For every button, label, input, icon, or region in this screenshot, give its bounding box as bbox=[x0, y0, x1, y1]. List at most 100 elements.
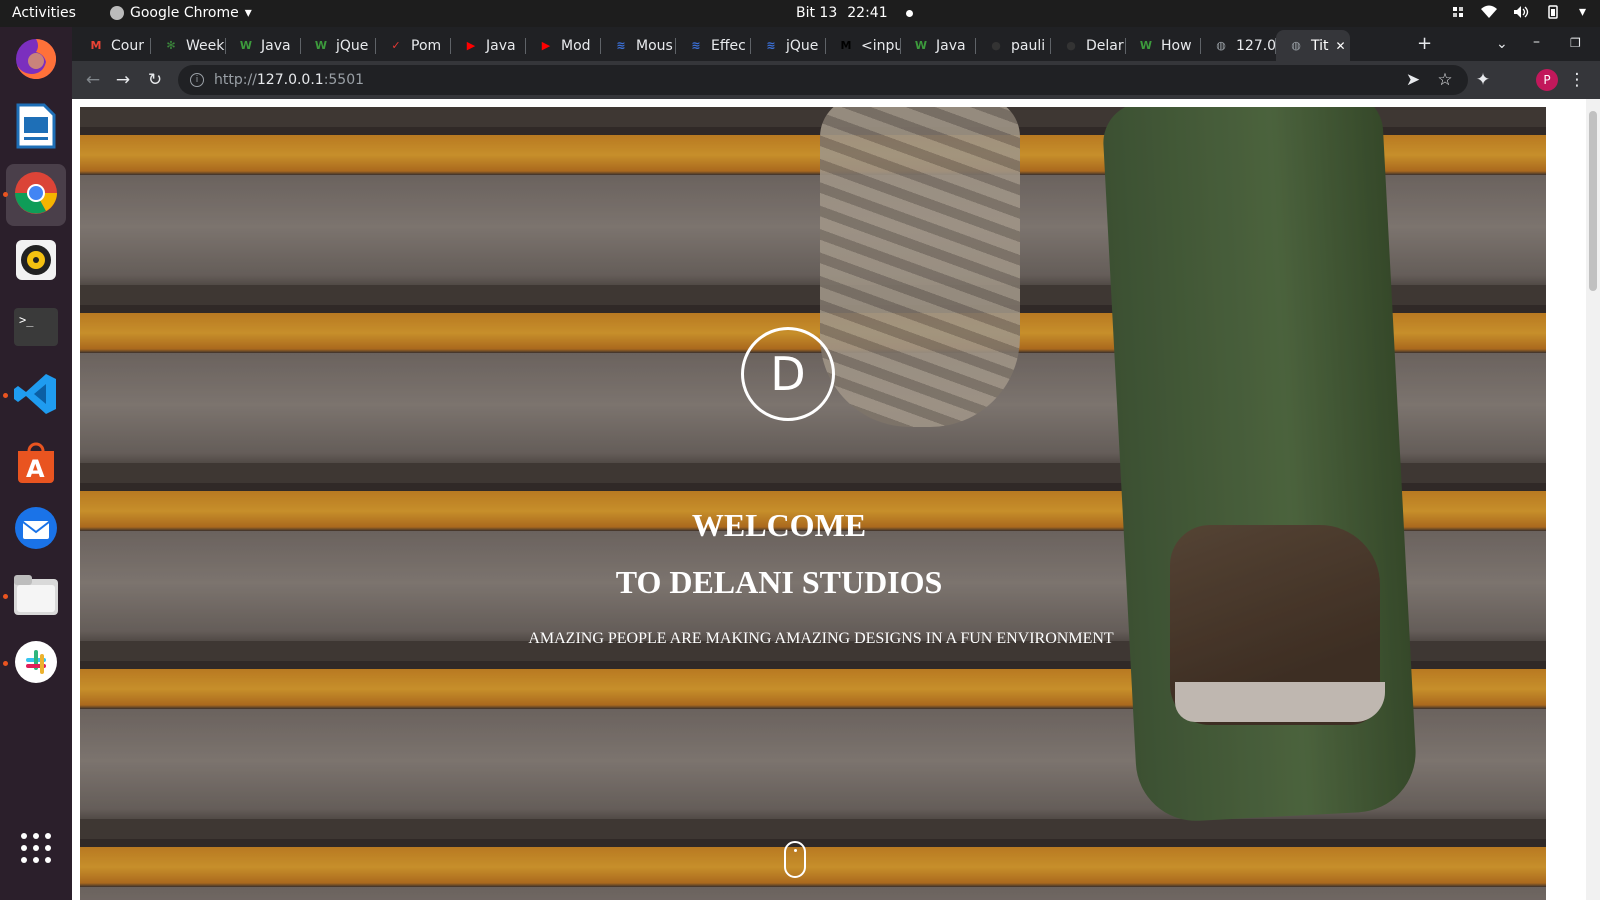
hero-heading-welcome: WELCOME bbox=[691, 507, 867, 543]
wave-icon: ≋ bbox=[691, 39, 701, 52]
menu-kebab-icon[interactable]: ⋮ bbox=[1566, 69, 1588, 91]
dock-terminal[interactable]: >_ bbox=[6, 298, 66, 360]
forward-button[interactable]: → bbox=[112, 69, 134, 91]
close-tab-icon[interactable]: ✕ bbox=[1336, 39, 1346, 53]
rhythmbox-icon bbox=[16, 240, 56, 284]
dock-vscode[interactable] bbox=[3, 365, 66, 427]
profile-avatar[interactable]: P bbox=[1536, 69, 1558, 91]
wave-icon: ≋ bbox=[616, 39, 626, 52]
tab-title: Java bbox=[936, 37, 966, 54]
dock-thunderbird[interactable] bbox=[6, 499, 66, 561]
tab-title: pauli bbox=[1011, 37, 1046, 54]
github-icon: ● bbox=[991, 39, 1001, 52]
chrome-icon bbox=[13, 170, 59, 220]
chrome-window: M Cour ✻ Week W Java WjQue ✓ Pom ▶ Java ▶ Mod ≋ Mous ≋ E… bbox=[72, 27, 1600, 900]
dock-rhythmbox[interactable] bbox=[6, 231, 66, 293]
tab-title: Mous bbox=[636, 37, 673, 54]
volume-icon bbox=[1513, 5, 1529, 19]
running-indicator bbox=[3, 594, 8, 599]
tab-11[interactable]: W Java bbox=[901, 30, 976, 61]
tab-1[interactable]: ✻ Week bbox=[151, 30, 226, 61]
youtube-icon: ▶ bbox=[541, 39, 551, 52]
activities-button[interactable]: Activities bbox=[12, 5, 76, 21]
tab-9[interactable]: ≋ jQue bbox=[751, 30, 826, 61]
running-indicator bbox=[3, 192, 8, 197]
tab-title: 127.0 bbox=[1236, 37, 1276, 54]
dock-chrome[interactable] bbox=[3, 164, 66, 226]
tab-title: Java bbox=[486, 37, 516, 54]
tab-title: Cour bbox=[111, 37, 144, 54]
system-tray[interactable]: ▾ bbox=[1451, 4, 1586, 20]
dock-software[interactable]: A bbox=[6, 432, 66, 494]
tab-8[interactable]: ≋ Effec bbox=[676, 30, 751, 61]
vscode-icon bbox=[14, 372, 58, 420]
hero-tagline: AMAZING PEOPLE ARE MAKING AMAZING DESIGN… bbox=[528, 630, 1114, 647]
clock[interactable]: Bit 13 22:41 bbox=[796, 5, 913, 21]
tab-13[interactable]: ● Delar bbox=[1051, 30, 1126, 61]
dock-writer[interactable] bbox=[6, 97, 66, 159]
mdn-icon: M bbox=[840, 39, 852, 52]
dock-files[interactable] bbox=[3, 566, 66, 628]
tab-title: Week bbox=[186, 37, 225, 54]
system-menu-caret-icon: ▾ bbox=[1578, 4, 1586, 20]
globe-icon: ◍ bbox=[1216, 39, 1226, 52]
tab-14[interactable]: W How bbox=[1126, 30, 1201, 61]
tab-5[interactable]: ▶ Java bbox=[451, 30, 526, 61]
tab-15[interactable]: ◍ 127.0 bbox=[1201, 30, 1276, 61]
plant-icon: ✻ bbox=[166, 39, 176, 52]
scroll-mouse-icon[interactable] bbox=[784, 841, 806, 878]
tab-12[interactable]: ● pauli bbox=[976, 30, 1051, 61]
chrome-small-icon bbox=[110, 6, 124, 20]
clock-date: Bit 13 bbox=[796, 5, 838, 21]
hero-heading-studio: TO DELANI STUDIOS bbox=[615, 564, 943, 600]
tab-0[interactable]: M Cour bbox=[76, 30, 151, 61]
svg-text:>_: >_ bbox=[19, 313, 34, 327]
dock-show-apps[interactable] bbox=[6, 819, 66, 881]
firefox-icon bbox=[12, 35, 60, 87]
tab-10[interactable]: M <inpu bbox=[826, 30, 901, 61]
app-menu[interactable]: Google Chrome ▾ bbox=[110, 5, 252, 21]
page-scrollbar[interactable] bbox=[1586, 99, 1600, 900]
tab-7[interactable]: ≋ Mous bbox=[601, 30, 676, 61]
w-icon: W bbox=[314, 39, 328, 52]
scrollbar-thumb[interactable] bbox=[1589, 111, 1597, 291]
tab-4[interactable]: ✓ Pom bbox=[376, 30, 451, 61]
dock-slack[interactable] bbox=[3, 633, 66, 695]
restore-button[interactable]: ❐ bbox=[1570, 36, 1581, 50]
dock-firefox[interactable] bbox=[6, 30, 66, 92]
tab-title: Effec bbox=[711, 37, 746, 54]
back-button[interactable]: ← bbox=[82, 69, 104, 91]
w-icon: W bbox=[914, 39, 928, 52]
tab-title: jQue bbox=[336, 37, 369, 54]
extensions-puzzle-icon[interactable]: ✦ bbox=[1472, 69, 1494, 91]
w-icon: W bbox=[1139, 39, 1153, 52]
clock-time: 22:41 bbox=[847, 5, 888, 21]
thunderbird-icon bbox=[13, 505, 59, 555]
minimize-button[interactable]: – bbox=[1533, 34, 1540, 50]
svg-text:A: A bbox=[26, 455, 45, 483]
tab-16[interactable]: ◍ Tit ✕ bbox=[1276, 30, 1350, 61]
tab-title: Delar bbox=[1086, 37, 1124, 54]
terminal-icon: >_ bbox=[14, 308, 58, 350]
wave-icon: ≋ bbox=[766, 39, 776, 52]
bookmark-star-icon[interactable]: ☆ bbox=[1434, 69, 1456, 91]
logo-letter: D bbox=[770, 347, 806, 401]
info-icon[interactable]: i bbox=[190, 73, 204, 87]
tab-search-chevron-icon[interactable]: ⌄ bbox=[1496, 36, 1508, 52]
hero-overlay bbox=[80, 107, 1546, 900]
running-indicator bbox=[3, 393, 8, 398]
send-tab-icon[interactable]: ➤ bbox=[1402, 69, 1424, 91]
slack-tray-icon bbox=[1451, 5, 1465, 19]
dock: >_ A bbox=[0, 27, 72, 900]
tab-title: <inpu bbox=[861, 37, 901, 54]
tab-2[interactable]: W Java bbox=[226, 30, 301, 61]
tab-title: jQue bbox=[786, 37, 819, 54]
new-tab-button[interactable]: + bbox=[1417, 33, 1432, 54]
address-bar[interactable]: i http://127.0.0.1:5501 bbox=[178, 65, 1468, 95]
browser-toolbar: ← → ↻ i http://127.0.0.1:5501 ➤ ☆ ✦ P ⋮ bbox=[72, 61, 1600, 99]
gmail-icon: M bbox=[90, 39, 102, 52]
tab-strip: M Cour ✻ Week W Java WjQue ✓ Pom ▶ Java ▶ Mod ≋ Mous ≋ E… bbox=[72, 27, 1600, 61]
tab-3[interactable]: WjQue bbox=[301, 30, 376, 61]
tab-6[interactable]: ▶ Mod bbox=[526, 30, 601, 61]
reload-button[interactable]: ↻ bbox=[144, 69, 166, 91]
